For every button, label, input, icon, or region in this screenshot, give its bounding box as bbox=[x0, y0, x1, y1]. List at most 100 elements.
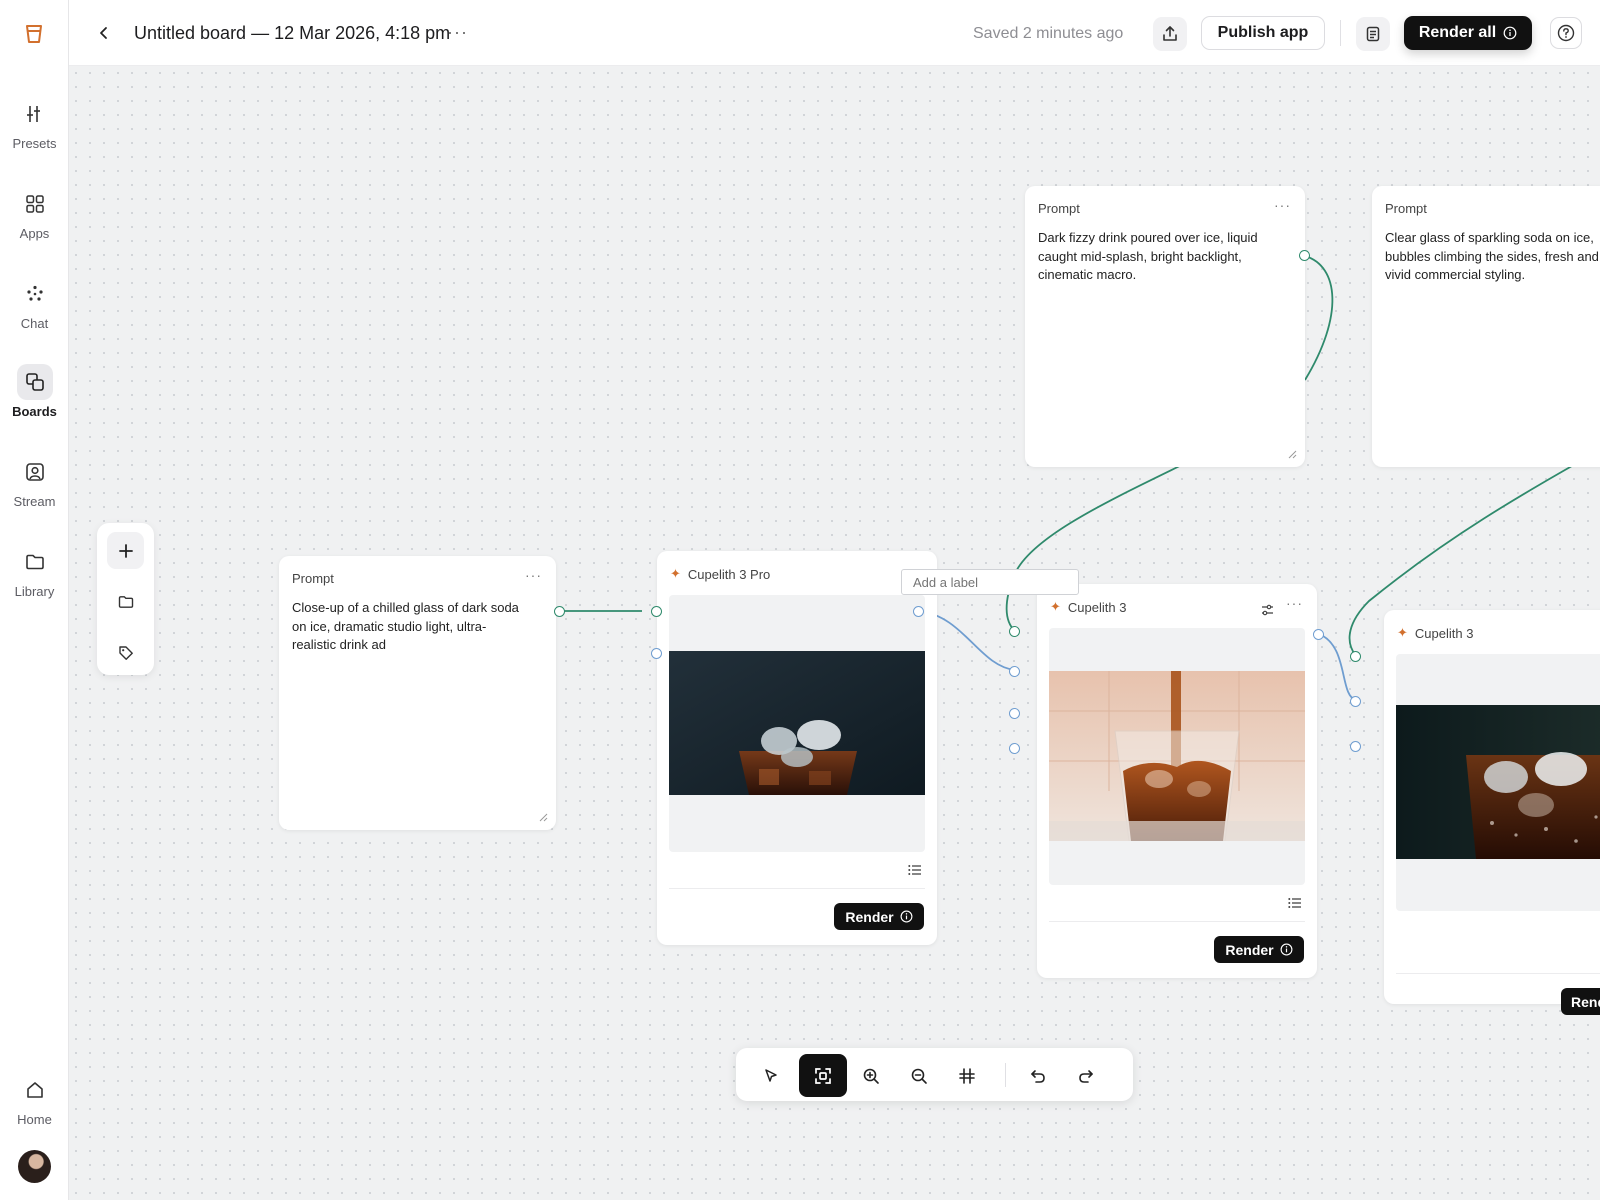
node-more-button[interactable]: ··· bbox=[525, 567, 542, 583]
input-port[interactable] bbox=[1009, 708, 1020, 719]
upload-icon bbox=[1163, 26, 1177, 41]
grid-icon bbox=[17, 186, 53, 222]
notes-button[interactable] bbox=[1356, 17, 1390, 51]
undo-button[interactable] bbox=[1014, 1054, 1062, 1097]
model-node[interactable]: ✦ Cupelith 3 ··· Render bbox=[1037, 584, 1317, 978]
node-header: Prompt bbox=[1385, 201, 1427, 216]
collapse-button[interactable] bbox=[943, 1054, 991, 1097]
sparkle-icon: ✦ bbox=[670, 566, 681, 581]
resize-handle-icon[interactable] bbox=[1288, 450, 1297, 459]
zoom-in-icon bbox=[863, 1068, 879, 1084]
soda-glass-image bbox=[669, 651, 925, 795]
output-port[interactable] bbox=[1299, 250, 1310, 261]
image-preview[interactable] bbox=[669, 595, 925, 852]
person-frame-icon bbox=[17, 454, 53, 490]
sidebar: Presets Apps Chat Boards Stream Library bbox=[0, 0, 69, 1200]
user-avatar[interactable] bbox=[18, 1150, 51, 1183]
model-name: Cupelith 3 Pro bbox=[687, 566, 771, 582]
input-port[interactable] bbox=[651, 606, 662, 617]
prompt-line: Clear glass of sparkling soda on ice, bbox=[1385, 230, 1594, 245]
zoom-out-icon bbox=[911, 1068, 927, 1084]
add-node-button[interactable] bbox=[107, 532, 144, 569]
image-preview[interactable] bbox=[1049, 628, 1305, 885]
model-node[interactable]: ✦ Cupelith 3 Render bbox=[1384, 610, 1600, 1015]
node-label-input[interactable] bbox=[901, 569, 1079, 595]
input-port[interactable] bbox=[1350, 651, 1361, 662]
sidebar-item-apps[interactable]: Apps bbox=[0, 186, 69, 266]
redo-button[interactable] bbox=[1062, 1054, 1110, 1097]
soda-glass-image bbox=[1396, 705, 1600, 859]
back-button[interactable] bbox=[91, 20, 117, 46]
cup-logo-icon[interactable] bbox=[22, 22, 46, 46]
node-more-button[interactable]: ··· bbox=[1286, 595, 1303, 611]
render-button[interactable]: Render bbox=[1214, 936, 1304, 963]
prompt-text[interactable]: Close-up of a chilled glass of dark soda… bbox=[292, 599, 540, 655]
prompt-node[interactable]: Prompt Clear glass of sparkling soda on … bbox=[1372, 186, 1600, 467]
render-all-button[interactable]: Render all bbox=[1404, 16, 1532, 50]
render-all-label: Render all bbox=[1418, 24, 1497, 41]
add-folder-button[interactable] bbox=[107, 583, 144, 620]
sidebar-item-presets[interactable]: Presets bbox=[0, 96, 69, 176]
prompt-line: Dark fizzy drink poured over ice, liquid bbox=[1038, 230, 1258, 245]
input-port[interactable] bbox=[651, 648, 662, 659]
folder-icon bbox=[17, 544, 53, 580]
sidebar-item-chat[interactable]: Chat bbox=[0, 276, 69, 356]
input-port[interactable] bbox=[1350, 741, 1361, 752]
output-port[interactable] bbox=[554, 606, 565, 617]
output-port[interactable] bbox=[1313, 629, 1324, 640]
prompt-text[interactable]: Clear glass of sparkling soda on ice, bu… bbox=[1385, 229, 1600, 285]
list-icon[interactable] bbox=[1288, 897, 1302, 909]
prompt-node[interactable]: Prompt ··· Dark fizzy drink poured over … bbox=[1025, 186, 1305, 467]
prompt-line: caught mid-splash, bright backlight, bbox=[1038, 248, 1242, 264]
redo-icon bbox=[1079, 1069, 1093, 1083]
sidebar-item-label: Stream bbox=[13, 494, 56, 509]
undo-icon bbox=[1031, 1069, 1045, 1083]
zoom-out-button[interactable] bbox=[895, 1054, 943, 1097]
output-port[interactable] bbox=[913, 606, 924, 617]
sidebar-item-stream[interactable]: Stream bbox=[0, 454, 69, 534]
help-button[interactable] bbox=[1550, 17, 1582, 49]
input-port[interactable] bbox=[1009, 626, 1020, 637]
sparkle-icon: ✦ bbox=[1397, 625, 1408, 640]
board-title[interactable]: Untitled board — 12 Mar 2026, 4:18 pm bbox=[134, 23, 450, 44]
node-divider bbox=[669, 888, 925, 889]
info-icon bbox=[1280, 943, 1293, 956]
prompt-node[interactable]: Prompt ··· Close-up of a chilled glass o… bbox=[279, 556, 556, 830]
settings-sliders-icon[interactable] bbox=[1261, 604, 1274, 616]
prompt-line: bubbles climbing the sides, fresh and bbox=[1385, 248, 1599, 264]
node-more-button[interactable]: ··· bbox=[1274, 197, 1291, 213]
list-icon[interactable] bbox=[908, 864, 922, 876]
fit-view-button[interactable] bbox=[799, 1054, 847, 1097]
resize-handle-icon[interactable] bbox=[539, 813, 548, 822]
sidebar-item-label: Apps bbox=[19, 226, 50, 241]
zoom-in-button[interactable] bbox=[847, 1054, 895, 1097]
input-port[interactable] bbox=[1009, 743, 1020, 754]
title-more-button[interactable]: ··· bbox=[447, 22, 468, 43]
dots-cluster-icon bbox=[17, 276, 53, 312]
sidebar-item-boards[interactable]: Boards bbox=[0, 364, 69, 444]
node-header: ✦ Cupelith 3 bbox=[1397, 625, 1473, 641]
render-label: Render bbox=[845, 908, 894, 925]
render-button[interactable]: Render bbox=[1561, 988, 1600, 1015]
share-button[interactable] bbox=[1153, 17, 1187, 51]
prompt-text[interactable]: Dark fizzy drink poured over ice, liquid… bbox=[1038, 229, 1289, 285]
add-tag-button[interactable] bbox=[107, 634, 144, 671]
input-port[interactable] bbox=[1350, 696, 1361, 707]
image-preview[interactable] bbox=[1396, 654, 1600, 911]
wire bbox=[1304, 255, 1334, 381]
node-header: Prompt bbox=[1038, 201, 1080, 216]
publish-app-button[interactable]: Publish app bbox=[1201, 16, 1325, 50]
board-canvas[interactable]: Prompt ··· Close-up of a chilled glass o… bbox=[69, 66, 1600, 1200]
select-tool-button[interactable] bbox=[747, 1054, 795, 1097]
prompt-line: realistic drink ad bbox=[292, 637, 386, 652]
sidebar-item-label: Home bbox=[17, 1112, 52, 1127]
model-node[interactable]: ✦ Cupelith 3 Pro Render bbox=[657, 551, 937, 945]
sidebar-item-home[interactable]: Home bbox=[0, 1072, 69, 1152]
tool-palette bbox=[97, 523, 154, 675]
chevron-left-icon bbox=[100, 27, 107, 39]
node-divider bbox=[1049, 921, 1305, 922]
saved-status: Saved 2 minutes ago bbox=[973, 25, 1124, 42]
render-button[interactable]: Render bbox=[834, 903, 924, 930]
sidebar-item-library[interactable]: Library bbox=[0, 544, 69, 624]
input-port[interactable] bbox=[1009, 666, 1020, 677]
